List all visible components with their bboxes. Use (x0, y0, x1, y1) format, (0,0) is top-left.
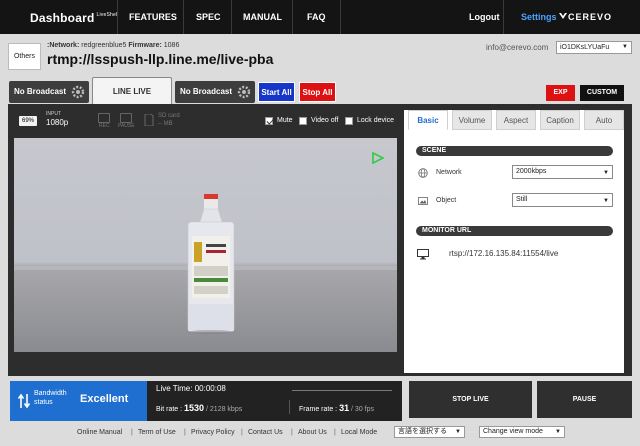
nav-divider (340, 0, 341, 34)
settings-link[interactable]: Settings (521, 12, 557, 22)
footer-separator: | (184, 429, 186, 436)
tab-basic[interactable]: Basic (408, 110, 448, 130)
rec-icon[interactable] (98, 113, 110, 123)
nav-manual[interactable]: MANUAL (243, 12, 282, 22)
account-email: info@cerevo.com (486, 43, 549, 52)
monitor-url[interactable]: rtsp://172.16.135.84:11554/live (449, 249, 558, 258)
custom-button[interactable]: CUSTOM (580, 85, 624, 101)
bandwidth-label: Bandwidth status (34, 390, 67, 406)
globe-icon (418, 168, 428, 178)
nav-divider (503, 0, 504, 34)
dashboard-logo[interactable]: Dashboard LiveShell (30, 11, 119, 25)
nav-divider (231, 0, 232, 34)
network-label: Network (436, 169, 462, 176)
stop-all-button[interactable]: Stop All (299, 82, 336, 102)
rec-label: REC (99, 123, 110, 129)
logout-link[interactable]: Logout (469, 12, 500, 22)
exp-button[interactable]: EXP (546, 85, 575, 101)
chevron-down-icon: ▼ (603, 170, 609, 176)
bandwidth-value: Excellent (80, 393, 129, 405)
pause-icon[interactable] (120, 113, 132, 123)
bottle-image (187, 194, 235, 334)
lock-device-label: Lock device (357, 117, 394, 124)
gear-icon[interactable] (71, 85, 85, 99)
video-off-label: Video off (311, 117, 339, 124)
live-time: Live Time: 00:00:08 (156, 384, 226, 393)
footer-link-local-mode[interactable]: Local Mode (341, 429, 377, 436)
scene-header: SCENE (416, 146, 613, 156)
footer-separator: | (241, 429, 243, 436)
account-select[interactable]: iO1DKsLYUaFu ▼ (556, 41, 632, 54)
footer-link-terms[interactable]: Term of Use (138, 429, 176, 436)
bandwidth-status: Bandwidth status Excellent (10, 381, 147, 421)
transfer-arrows-icon (18, 393, 30, 409)
footer-link-online-manual[interactable]: Online Manual (77, 429, 122, 436)
nav-divider (183, 0, 184, 34)
frame-rate: Frame rate : 31 / 30 fps (299, 403, 375, 413)
start-all-button[interactable]: Start All (258, 82, 295, 102)
footer-separator: | (291, 429, 293, 436)
chevron-down-icon: ▼ (603, 198, 609, 204)
input-resolution: 1080p (46, 118, 69, 127)
object-label: Object (436, 197, 457, 204)
chevron-down-icon: ▼ (455, 429, 461, 435)
broadcast-slot-3[interactable]: No Broadcast (175, 81, 255, 103)
gear-icon[interactable] (237, 85, 251, 99)
play-icon[interactable] (372, 152, 384, 164)
bit-rate: Bit rate : 1530 / 2128 kbps (156, 403, 243, 413)
network-select[interactable]: 2000kbps ▼ (512, 165, 613, 179)
monitor-url-header: MONITOR URL (416, 226, 613, 236)
image-icon (418, 197, 428, 205)
monitor-icon (417, 249, 429, 260)
settings-tabs: Basic Volume Aspect Caption Auto (404, 110, 624, 130)
broadcast-slot-1[interactable]: No Broadcast (9, 81, 89, 103)
rtmp-url: rtmp://lsspush-llp.line.me/live-pba (47, 51, 274, 67)
cerevo-logo-icon (559, 13, 567, 19)
footer-link-privacy[interactable]: Privacy Policy (191, 429, 235, 436)
footer-link-about[interactable]: About Us (298, 429, 327, 436)
sd-card-info: SD card -- MB (158, 113, 180, 127)
tab-aspect[interactable]: Aspect (496, 110, 536, 130)
video-off-checkbox[interactable] (299, 117, 307, 125)
pause-label: PAUSE (118, 123, 135, 129)
nav-divider (292, 0, 293, 34)
stop-live-button[interactable]: STOP LIVE (409, 381, 532, 418)
pause-button[interactable]: PAUSE (537, 381, 632, 418)
chevron-down-icon: ▼ (622, 44, 628, 50)
sd-card-icon (144, 114, 154, 126)
nav-faq[interactable]: FAQ (307, 12, 326, 22)
mute-checkbox[interactable] (265, 117, 273, 125)
broadcast-slot-2[interactable]: LINE LIVE (92, 77, 172, 104)
object-select[interactable]: Still ▼ (512, 193, 613, 207)
footer: Online Manual | Term of Use | Privacy Po… (0, 423, 640, 446)
tab-volume[interactable]: Volume (452, 110, 492, 130)
tab-auto[interactable]: Auto (584, 110, 624, 130)
network-info: :Network: redgreenblue5 Firmware: 1086 (47, 42, 180, 49)
nav-divider (117, 0, 118, 34)
brand-name: CEREVO (568, 12, 613, 22)
live-progress-line (292, 390, 392, 391)
nav-spec[interactable]: SPEC (196, 12, 221, 22)
footer-separator: | (334, 429, 336, 436)
live-stats: Live Time: 00:00:08 Bit rate : 1530 / 21… (147, 381, 402, 421)
input-label: INPUT (46, 111, 61, 117)
others-button[interactable]: Others (8, 43, 41, 70)
video-preview[interactable] (14, 138, 397, 352)
chevron-down-icon: ▼ (555, 429, 561, 435)
lock-device-checkbox[interactable] (345, 117, 353, 125)
top-nav: Dashboard LiveShell FEATURES SPEC MANUAL … (0, 0, 640, 34)
stats-divider (289, 400, 290, 414)
language-select[interactable]: 言語を選択する ▼ (394, 426, 465, 438)
view-mode-select[interactable]: Change view mode ▼ (479, 426, 565, 438)
tab-caption[interactable]: Caption (540, 110, 580, 130)
footer-link-contact[interactable]: Contact Us (248, 429, 283, 436)
battery-percent-badge: 69% (19, 116, 37, 126)
mute-label: Mute (277, 117, 293, 124)
nav-features[interactable]: FEATURES (129, 12, 177, 22)
footer-separator: | (131, 429, 133, 436)
